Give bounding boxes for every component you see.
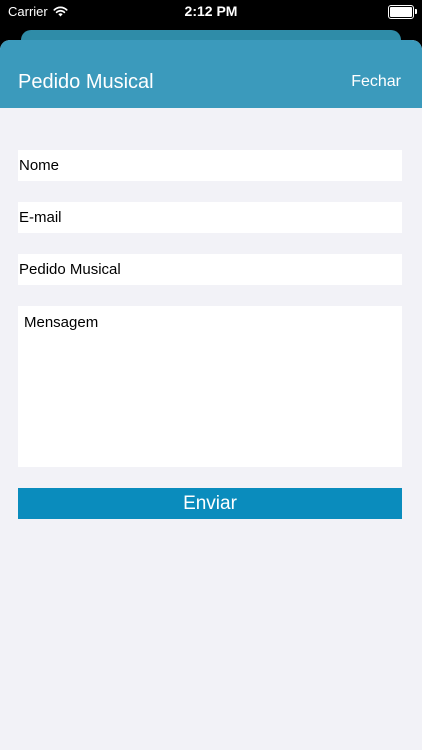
battery-cap: [415, 9, 417, 14]
navigation-bar: Pedido Musical Fechar: [0, 40, 422, 108]
close-button[interactable]: Fechar: [351, 73, 401, 91]
battery-level: [390, 7, 412, 17]
battery-icon: [388, 5, 417, 19]
submit-button[interactable]: Enviar: [18, 488, 402, 519]
message-field[interactable]: [18, 306, 402, 467]
name-field[interactable]: [18, 150, 402, 181]
song-request-field[interactable]: [18, 254, 402, 285]
email-field[interactable]: [18, 202, 402, 233]
modal-sheet: Pedido Musical Fechar Enviar: [0, 40, 422, 750]
status-bar: Carrier 2:12 PM: [0, 0, 422, 28]
status-time: 2:12 PM: [184, 3, 238, 19]
page-title: Pedido Musical: [18, 71, 154, 93]
